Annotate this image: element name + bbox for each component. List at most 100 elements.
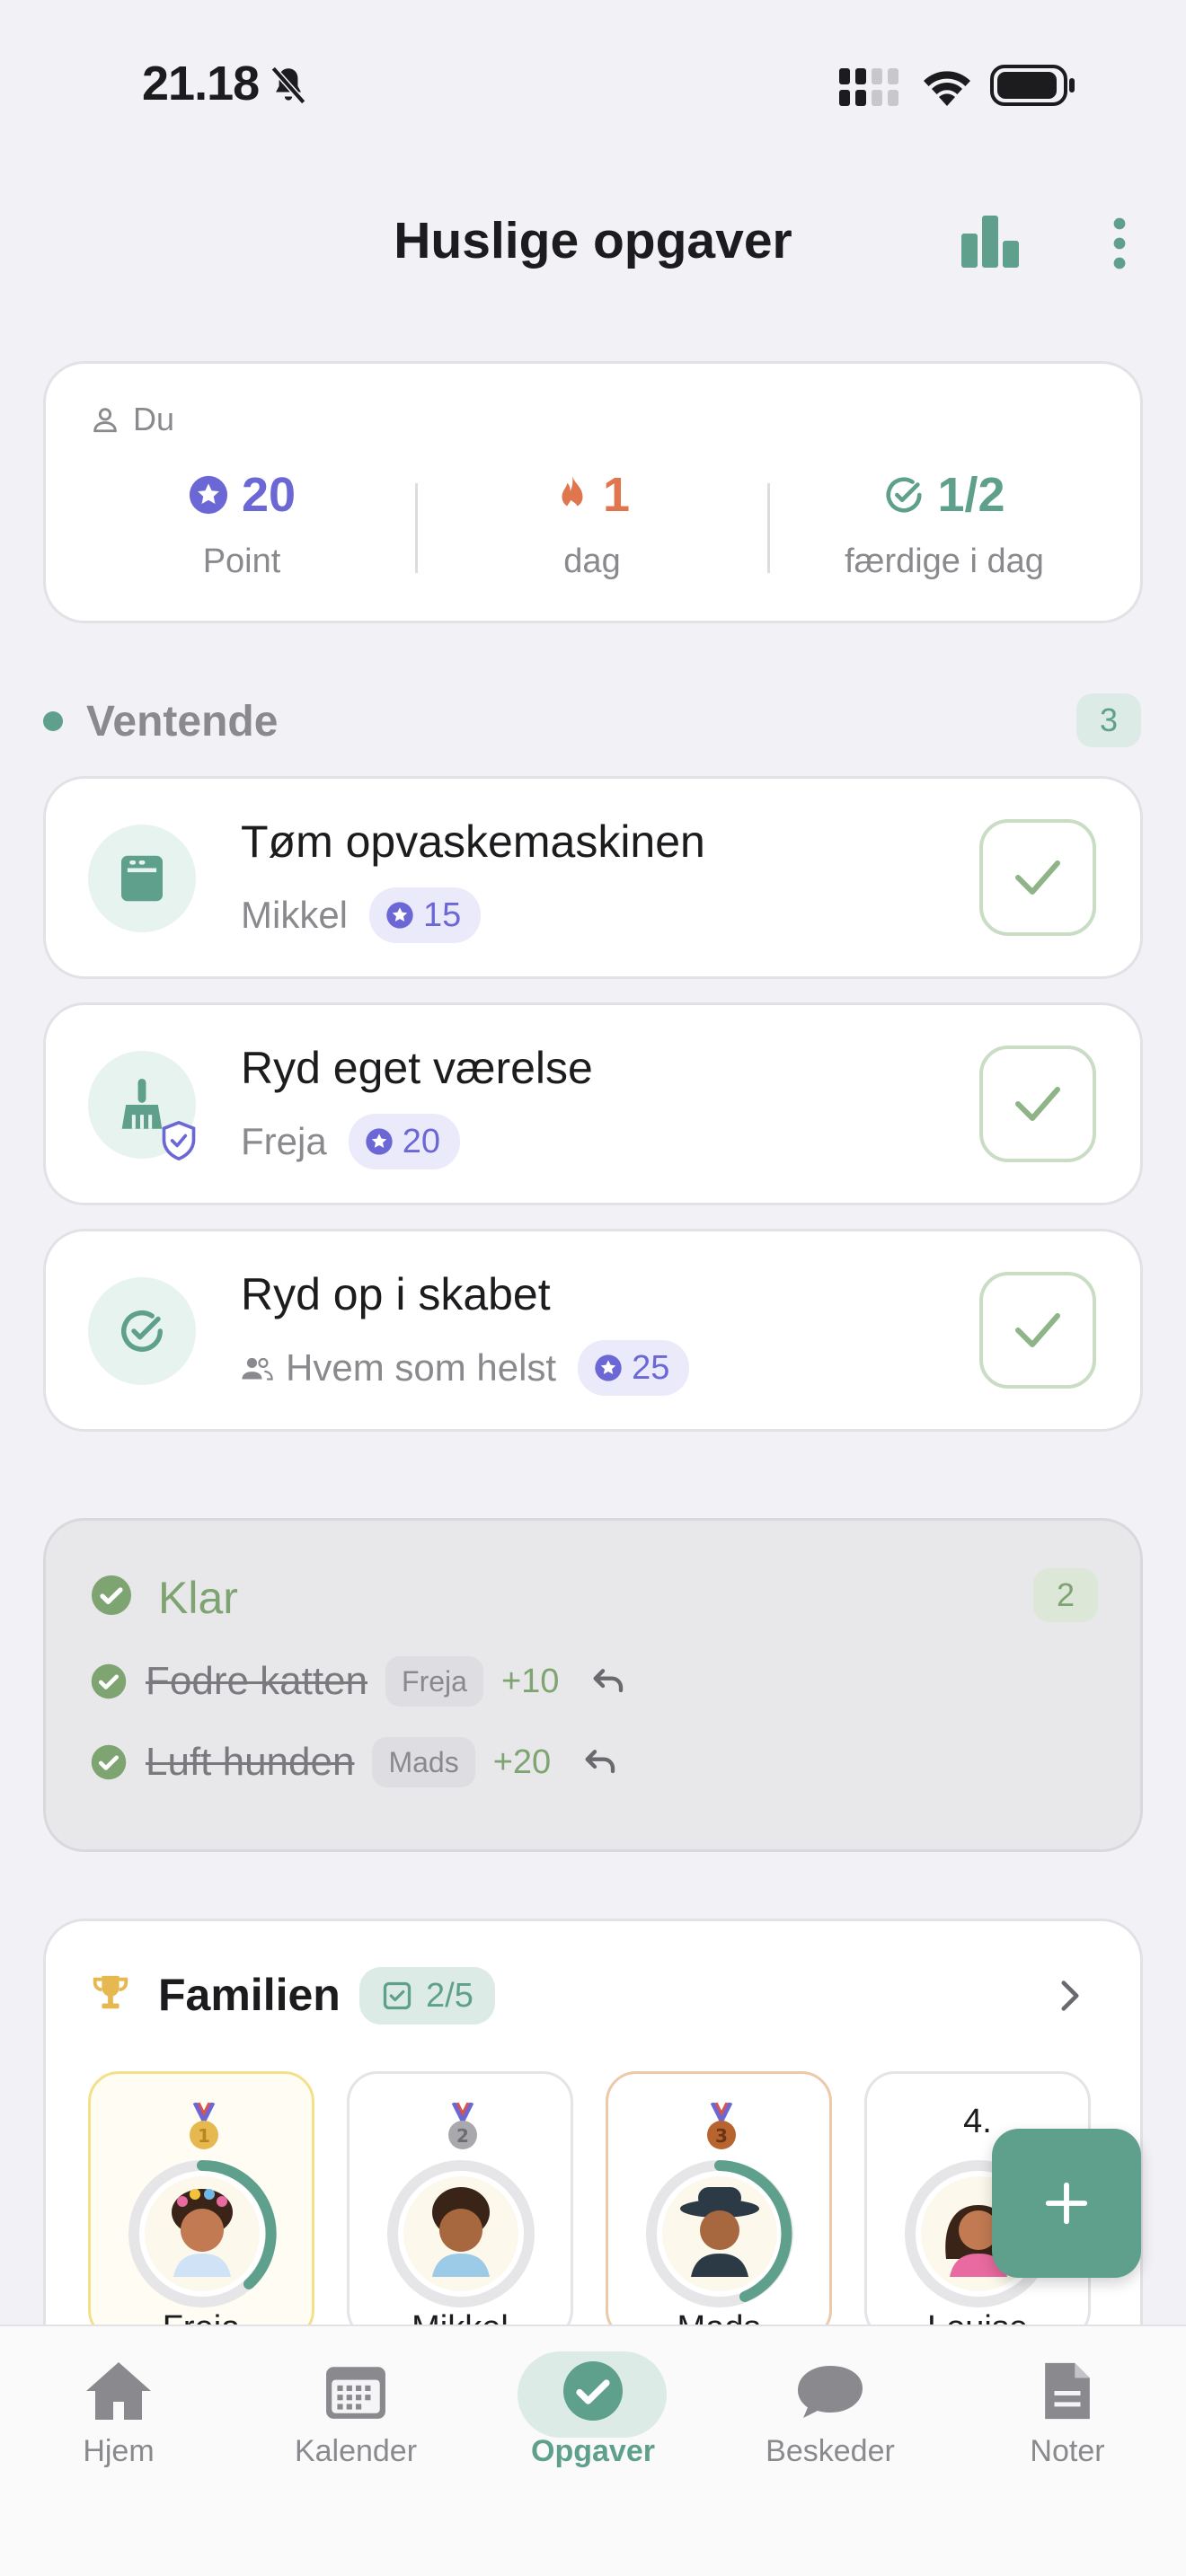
family-member-card[interactable]: 1 Freja	[88, 2071, 314, 2341]
document-icon	[1045, 2362, 1090, 2420]
tab-home[interactable]: Hjem	[29, 2355, 208, 2469]
people-icon	[242, 1357, 273, 1381]
task-assignee: Mikkel	[241, 894, 349, 936]
tab-label: Noter	[1030, 2434, 1105, 2468]
complete-task-button[interactable]	[979, 1272, 1096, 1389]
stat-streak: 1 dag	[417, 467, 767, 581]
family-member-card[interactable]: 3 Mads	[606, 2071, 832, 2341]
home-icon	[86, 2362, 151, 2420]
check-circle-icon	[563, 2361, 623, 2421]
task-title: Ryd op i skabet	[241, 1269, 551, 1319]
stat-done-today: 1/2 færdige i dag	[769, 467, 1120, 581]
streak-label: dag	[563, 543, 621, 580]
family-title: Familien	[158, 1970, 341, 2020]
done-item-name: Fodre katten	[146, 1659, 368, 1703]
task-title: Tøm opvaskemaskinen	[241, 816, 705, 867]
star-badge-icon	[386, 902, 413, 929]
section-dot	[43, 711, 63, 731]
tab-label: Kalender	[294, 2434, 418, 2468]
points-chip: 25	[578, 1340, 690, 1396]
check-circle-icon	[886, 477, 923, 513]
trophy-icon	[93, 1975, 128, 2009]
bell-off-icon	[270, 66, 306, 105]
task-meta: Hvem som helst 25	[241, 1340, 690, 1396]
points-chip: 15	[369, 887, 482, 943]
task-meta: Freja 20	[241, 1114, 460, 1169]
earned-points: +20	[492, 1742, 552, 1781]
star-badge-icon	[189, 475, 228, 515]
complete-task-button[interactable]	[979, 1045, 1096, 1162]
tab-label: Beskeder	[766, 2434, 895, 2468]
plus-icon	[1045, 2182, 1088, 2225]
family-member-card[interactable]: 2 Mikkel	[347, 2071, 573, 2341]
wifi-icon	[924, 71, 970, 106]
undo-icon[interactable]	[581, 1747, 617, 1778]
undo-icon[interactable]	[589, 1666, 625, 1697]
tab-label: Hjem	[83, 2434, 155, 2468]
streak-value: 1	[602, 468, 631, 522]
done-section-title: Klar	[158, 1573, 238, 1623]
star-badge-icon	[366, 1128, 393, 1155]
avatar	[387, 2160, 535, 2307]
family-progress-value: 2/5	[426, 1976, 474, 2015]
chat-bubble-icon	[798, 2366, 863, 2418]
task-title: Ryd eget værelse	[241, 1043, 593, 1093]
gold-medal-icon: 1	[190, 2103, 218, 2149]
points-chip: 20	[348, 1114, 460, 1169]
task-assignee: Hvem som helst	[286, 1346, 557, 1389]
chevron-right-icon[interactable]	[1057, 1980, 1084, 2012]
status-time: 21.18	[142, 57, 260, 110]
check-circle-filled-icon	[91, 1744, 127, 1780]
svg-text:2: 2	[456, 2125, 469, 2147]
points-value: 20	[241, 468, 296, 522]
checkbox-icon	[383, 1981, 412, 2010]
task-card[interactable]	[43, 1002, 1143, 1205]
more-vertical-icon[interactable]	[1109, 217, 1130, 269]
pending-count-badge: 3	[1076, 693, 1141, 747]
broom-icon	[121, 1079, 163, 1129]
done-item: Fodre katten Freja +10	[90, 1656, 625, 1707]
points-value: 25	[632, 1348, 670, 1387]
done-count-badge: 2	[1033, 1568, 1098, 1622]
task-icon	[88, 1277, 196, 1385]
checkmark-icon	[1015, 1313, 1060, 1347]
earned-points: +10	[500, 1662, 560, 1700]
done-item: Luft hunden Mads +20	[90, 1737, 617, 1787]
task-assignee: Freja	[241, 1120, 327, 1162]
pending-section-title: Ventende	[86, 698, 279, 745]
task-card[interactable]	[43, 776, 1143, 979]
person-chip: Mads	[372, 1737, 475, 1787]
check-circle-filled-icon	[92, 1575, 131, 1615]
tab-notes[interactable]: Noter	[978, 2355, 1157, 2469]
tab-messages[interactable]: Beskeder	[740, 2355, 920, 2469]
points-value: 15	[423, 895, 462, 934]
silver-medal-icon: 2	[448, 2103, 477, 2149]
complete-task-button[interactable]	[979, 819, 1096, 936]
user-label: Du	[90, 401, 174, 438]
svg-text:3: 3	[715, 2125, 728, 2147]
add-task-button[interactable]	[992, 2129, 1141, 2278]
checkmark-icon	[1015, 860, 1060, 895]
done-item-name: Luft hunden	[146, 1740, 355, 1784]
tab-calendar[interactable]: Kalender	[266, 2355, 446, 2469]
person-chip: Freja	[385, 1656, 483, 1707]
tab-tasks[interactable]: Opgaver	[503, 2355, 683, 2469]
svg-text:1: 1	[198, 2125, 210, 2147]
bronze-medal-icon: 3	[707, 2103, 736, 2149]
check-circle-icon	[121, 1310, 163, 1352]
checkmark-icon	[1015, 1087, 1060, 1121]
task-card[interactable]	[43, 1229, 1143, 1432]
bar-chart-icon[interactable]	[961, 216, 1019, 268]
task-icon	[88, 825, 196, 932]
dishwasher-icon	[121, 855, 163, 902]
calendar-icon	[326, 2367, 385, 2419]
user-label-text: Du	[133, 401, 175, 437]
check-circle-filled-icon	[91, 1663, 127, 1699]
signal-icon	[839, 68, 898, 106]
flame-icon	[562, 475, 583, 513]
person-icon	[93, 408, 117, 433]
points-label: Point	[202, 543, 281, 580]
avatar	[128, 2159, 277, 2307]
done-today-value: 1/2	[937, 468, 1005, 522]
points-value: 20	[402, 1122, 440, 1160]
